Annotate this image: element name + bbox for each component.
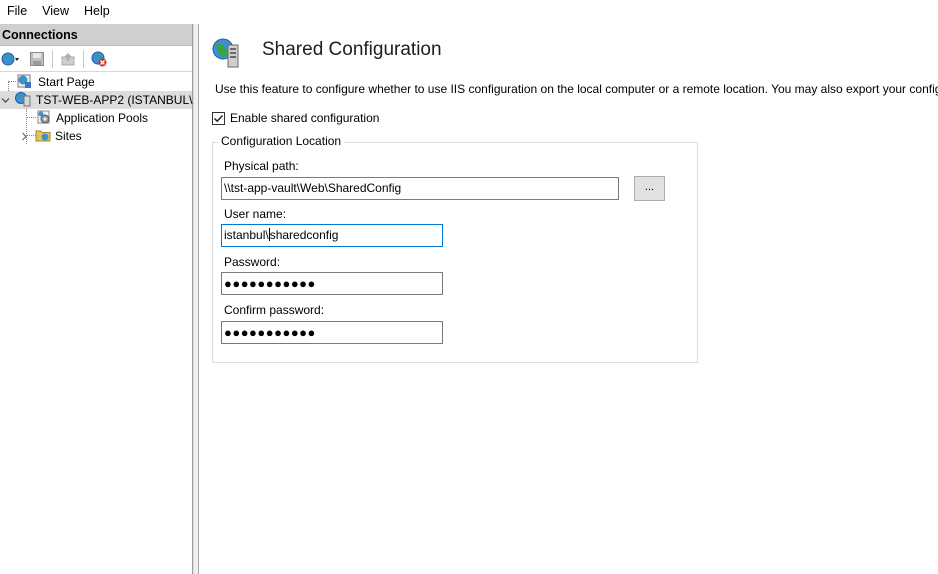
feature-pane: Shared Configuration Use this feature to… bbox=[199, 24, 938, 574]
connections-toolbar bbox=[0, 46, 192, 72]
enable-shared-config-checkbox[interactable] bbox=[212, 111, 225, 125]
page-title: Shared Configuration bbox=[262, 39, 442, 60]
server-icon bbox=[14, 91, 32, 110]
tree-item-sites[interactable]: Sites bbox=[0, 127, 192, 145]
username-text-after-caret: sharedconfig bbox=[269, 228, 339, 242]
connect-globe-icon[interactable] bbox=[0, 49, 22, 69]
start-page-icon bbox=[16, 73, 34, 92]
disconnect-icon[interactable] bbox=[88, 49, 110, 69]
enable-shared-config-row[interactable]: Enable shared configuration bbox=[212, 111, 379, 125]
toolbar-separator bbox=[52, 49, 53, 68]
password-input[interactable]: ●●●●●●●●●●● bbox=[221, 272, 443, 295]
save-icon[interactable] bbox=[26, 49, 48, 69]
sites-folder-icon bbox=[35, 127, 51, 146]
confirm-password-input[interactable]: ●●●●●●●●●●● bbox=[221, 321, 443, 344]
tree-item-server[interactable]: TST-WEB-APP2 (ISTANBUL\ad bbox=[0, 91, 206, 110]
menu-help[interactable]: Help bbox=[77, 0, 118, 22]
username-label: User name: bbox=[224, 207, 287, 221]
checkmark-icon bbox=[213, 114, 224, 122]
tree-label-sites: Sites bbox=[55, 129, 82, 143]
expand-chevron-icon[interactable] bbox=[19, 131, 29, 141]
menu-file[interactable]: File bbox=[0, 0, 35, 22]
up-level-icon[interactable] bbox=[57, 49, 79, 69]
toolbar-separator bbox=[83, 49, 84, 68]
tree-label-app-pools: Application Pools bbox=[56, 111, 149, 125]
configuration-location-group: Configuration Location Physical path: \\… bbox=[212, 134, 698, 363]
configuration-location-legend: Configuration Location bbox=[218, 134, 345, 148]
physical-path-input[interactable]: \\tst-app-vault\Web\SharedConfig bbox=[221, 177, 619, 200]
tree-label-server: TST-WEB-APP2 (ISTANBUL\ad bbox=[36, 93, 206, 107]
username-text-before-caret: istanbul\ bbox=[224, 228, 269, 242]
physical-path-label: Physical path: bbox=[224, 159, 299, 173]
password-label: Password: bbox=[224, 255, 281, 269]
menu-view[interactable]: View bbox=[35, 0, 77, 22]
tree-item-start-page[interactable]: Start Page bbox=[0, 73, 192, 91]
app-pools-icon bbox=[36, 109, 52, 128]
menu-bar: File View Help bbox=[0, 0, 938, 22]
connections-pane: Connections Start Page TST-WEB-APP2 (IST… bbox=[0, 24, 206, 574]
connections-header: Connections bbox=[0, 24, 192, 46]
collapse-chevron-icon[interactable] bbox=[1, 95, 10, 105]
tree-item-app-pools[interactable]: Application Pools bbox=[0, 109, 192, 127]
enable-shared-config-label: Enable shared configuration bbox=[230, 111, 380, 125]
shared-config-icon bbox=[211, 36, 245, 70]
connections-tree: Start Page TST-WEB-APP2 (ISTANBUL\ad App… bbox=[0, 72, 206, 145]
browse-button[interactable]: ... bbox=[634, 176, 665, 201]
username-input[interactable]: istanbul\sharedconfig bbox=[221, 224, 443, 247]
tree-label-start-page: Start Page bbox=[38, 75, 95, 89]
feature-description: Use this feature to configure whether to… bbox=[215, 82, 938, 96]
confirm-password-label: Confirm password: bbox=[224, 303, 325, 317]
